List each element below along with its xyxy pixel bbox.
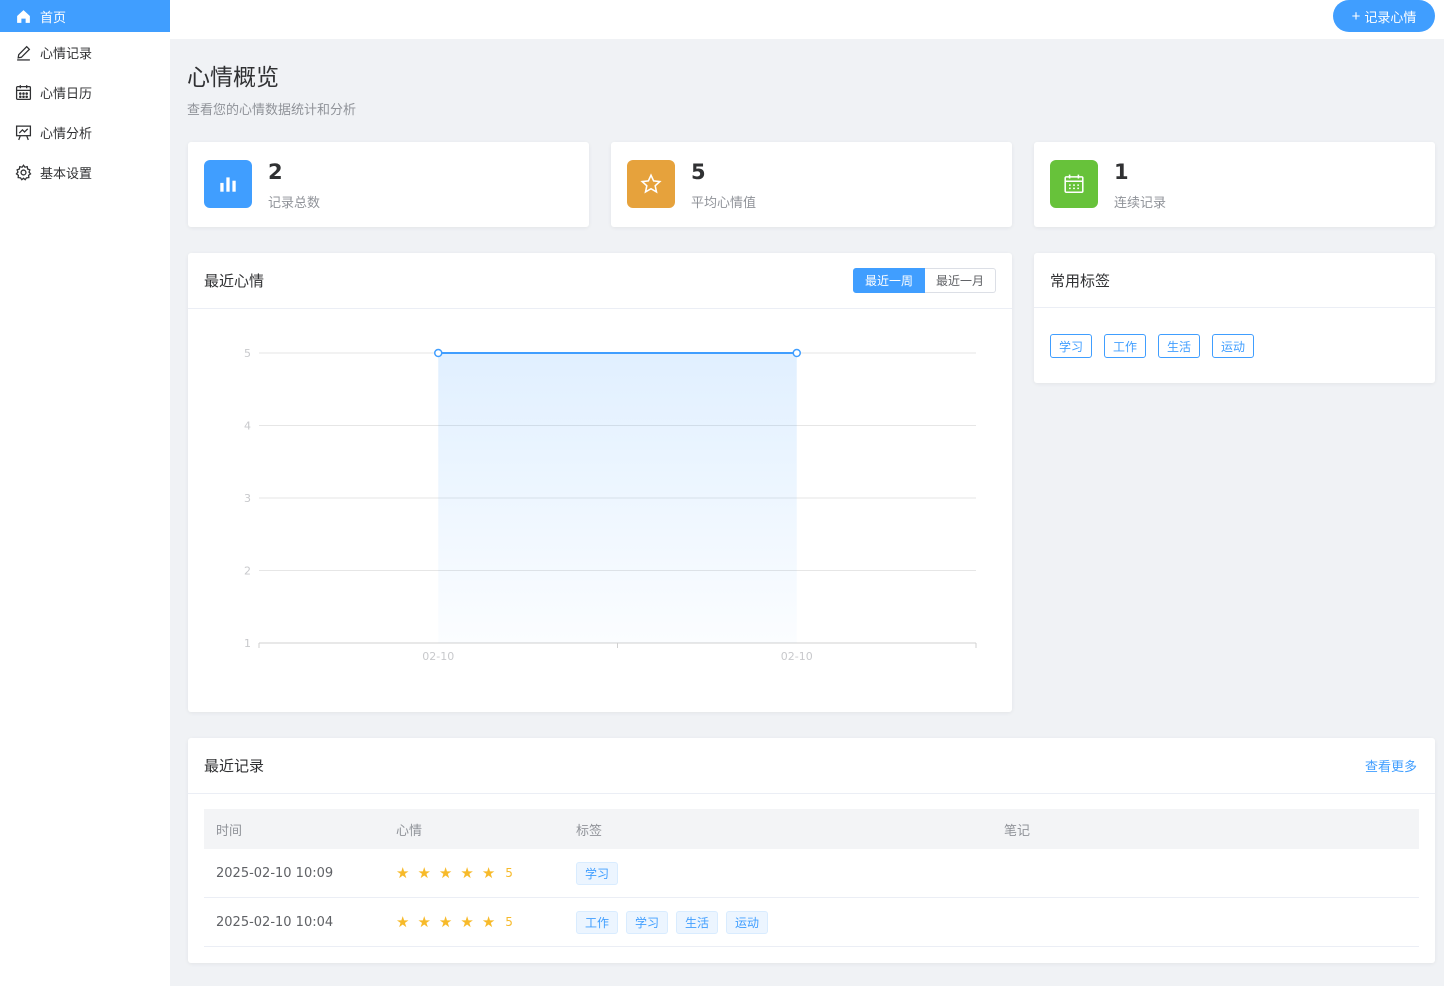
star-icon: ★ bbox=[417, 864, 431, 882]
home-icon bbox=[15, 8, 32, 25]
range-month-button[interactable]: 最近一月 bbox=[924, 268, 996, 293]
recent-records-card: 最近记录 查看更多 时间 心情 标签 笔记 2025-02-10 10:09 ★… bbox=[188, 738, 1435, 963]
star-icon: ★ bbox=[460, 864, 474, 882]
stat-card-streak: 1 连续记录 bbox=[1034, 142, 1435, 227]
star-icon bbox=[627, 160, 675, 208]
y-tick-label: 3 bbox=[244, 492, 251, 505]
tag-list: 学习 工作 生活 运动 bbox=[1034, 308, 1435, 358]
stat-value: 5 bbox=[691, 160, 706, 184]
tag-item: 生活 bbox=[676, 910, 719, 934]
stat-label: 平均心情值 bbox=[691, 196, 757, 211]
recent-records-header: 最近记录 bbox=[188, 738, 1435, 794]
star-icon: ★ bbox=[481, 864, 496, 882]
mood-value: 5 bbox=[505, 915, 513, 929]
presentation-chart-icon bbox=[15, 124, 32, 141]
star-icon: ★ bbox=[438, 913, 453, 931]
star-icon: ★ bbox=[396, 913, 410, 931]
table-row[interactable]: 2025-02-10 10:09 ★ ★ ★ ★ ★ 5 学习 bbox=[204, 849, 1419, 898]
y-tick-label: 4 bbox=[244, 420, 251, 433]
star-icon: ★ bbox=[396, 864, 410, 882]
star-icon: ★ bbox=[460, 913, 474, 931]
page-subtitle: 查看您的心情数据统计和分析 bbox=[187, 103, 357, 118]
stat-card-total: 2 记录总数 bbox=[188, 142, 589, 227]
tag-item[interactable]: 工作 bbox=[1104, 334, 1147, 358]
data-point bbox=[434, 348, 443, 358]
tag-item[interactable]: 运动 bbox=[1212, 334, 1255, 358]
range-week-button[interactable]: 最近一周 bbox=[852, 268, 925, 293]
data-point bbox=[792, 348, 801, 358]
tag-item: 学习 bbox=[626, 910, 669, 934]
mood-rating: ★ ★ ★ ★ ★ 5 bbox=[384, 864, 564, 882]
stat-value: 2 bbox=[268, 160, 283, 184]
sidebar-item-settings[interactable]: 基本设置 bbox=[0, 152, 170, 192]
tag-item: 工作 bbox=[576, 910, 619, 934]
plus-icon: + bbox=[1351, 7, 1361, 25]
sidebar-item-label: 心情记录 bbox=[40, 46, 93, 62]
series-area bbox=[438, 353, 797, 643]
stat-label: 连续记录 bbox=[1114, 196, 1167, 211]
record-tags: 学习 bbox=[564, 861, 992, 885]
table-row[interactable]: 2025-02-10 10:04 ★ ★ ★ ★ ★ 5 工作 学习 生活 运动 bbox=[204, 898, 1419, 947]
common-tags-card: 常用标签 学习 工作 生活 运动 bbox=[1034, 253, 1435, 383]
tag-item: 学习 bbox=[576, 861, 619, 885]
column-header[interactable]: 心情 bbox=[384, 820, 564, 839]
sidebar-item-mood-analysis[interactable]: 心情分析 bbox=[0, 112, 170, 152]
common-tags-title: 常用标签 bbox=[1050, 271, 1111, 290]
view-more-link[interactable]: 查看更多 bbox=[1365, 756, 1417, 775]
sidebar-item-mood-record[interactable]: 心情记录 bbox=[0, 32, 170, 72]
recent-mood-header: 最近心情 最近一周 最近一月 bbox=[188, 253, 1012, 309]
recent-records-title: 最近记录 bbox=[204, 757, 265, 775]
stat-card-average: 5 平均心情值 bbox=[611, 142, 1012, 227]
star-icon: ★ bbox=[438, 864, 453, 882]
sidebar-item-mood-calendar[interactable]: 心情日历 bbox=[0, 72, 170, 112]
tag-item: 运动 bbox=[726, 910, 769, 934]
recent-mood-title: 最近心情 bbox=[204, 272, 265, 290]
records-table: 时间 心情 标签 笔记 2025-02-10 10:09 ★ ★ ★ ★ ★ 5… bbox=[204, 809, 1419, 947]
page-title: 心情概览 bbox=[187, 65, 279, 91]
sidebar-item-label: 心情日历 bbox=[40, 86, 93, 102]
column-header[interactable]: 笔记 bbox=[992, 820, 1419, 839]
column-header[interactable]: 时间 bbox=[204, 820, 384, 839]
record-time: 2025-02-10 10:04 bbox=[216, 914, 334, 930]
star-icon: ★ bbox=[417, 913, 431, 931]
y-tick-label: 2 bbox=[244, 565, 251, 578]
star-icon: ★ bbox=[481, 913, 496, 931]
sidebar-item-home[interactable]: 首页 bbox=[0, 0, 170, 32]
sidebar: 首页 心情记录 心情日历 心情分析 基本设置 bbox=[0, 0, 170, 986]
record-mood-button[interactable]: + 记录心情 bbox=[1333, 0, 1435, 32]
y-tick-label: 5 bbox=[244, 347, 251, 360]
column-header[interactable]: 标签 bbox=[564, 820, 992, 839]
top-bar: + 记录心情 bbox=[170, 0, 1444, 39]
record-time: 2025-02-10 10:09 bbox=[216, 865, 334, 881]
record-mood-label: 记录心情 bbox=[1364, 9, 1417, 25]
mood-rating: ★ ★ ★ ★ ★ 5 bbox=[384, 913, 564, 931]
x-tick-label: 02-10 bbox=[781, 650, 813, 663]
sidebar-item-label: 心情分析 bbox=[40, 126, 93, 142]
range-toggle: 最近一周 最近一月 bbox=[852, 268, 996, 293]
gear-icon bbox=[15, 163, 32, 181]
mood-value: 5 bbox=[505, 866, 513, 880]
stat-value: 1 bbox=[1114, 160, 1129, 184]
calendar-icon bbox=[1050, 160, 1098, 208]
mood-line-chart: 1 2 3 4 5 02-10 02-10 bbox=[244, 347, 977, 663]
x-tick-label: 02-10 bbox=[422, 650, 454, 663]
tag-item[interactable]: 学习 bbox=[1050, 334, 1093, 358]
y-tick-label: 1 bbox=[244, 637, 251, 650]
table-header: 时间 心情 标签 笔记 bbox=[204, 809, 1419, 849]
calendar-icon bbox=[15, 84, 32, 101]
common-tags-header: 常用标签 bbox=[1034, 253, 1435, 308]
stat-label: 记录总数 bbox=[268, 196, 321, 211]
edit-icon bbox=[15, 44, 32, 61]
sidebar-item-label: 首页 bbox=[40, 10, 67, 26]
sidebar-item-label: 基本设置 bbox=[40, 166, 93, 182]
tag-item[interactable]: 生活 bbox=[1158, 334, 1201, 358]
record-tags: 工作 学习 生活 运动 bbox=[564, 910, 992, 934]
recent-mood-card: 最近心情 最近一周 最近一月 1 2 3 4 5 02-10 02-10 bbox=[188, 253, 1012, 712]
bar-chart-icon bbox=[204, 160, 252, 208]
